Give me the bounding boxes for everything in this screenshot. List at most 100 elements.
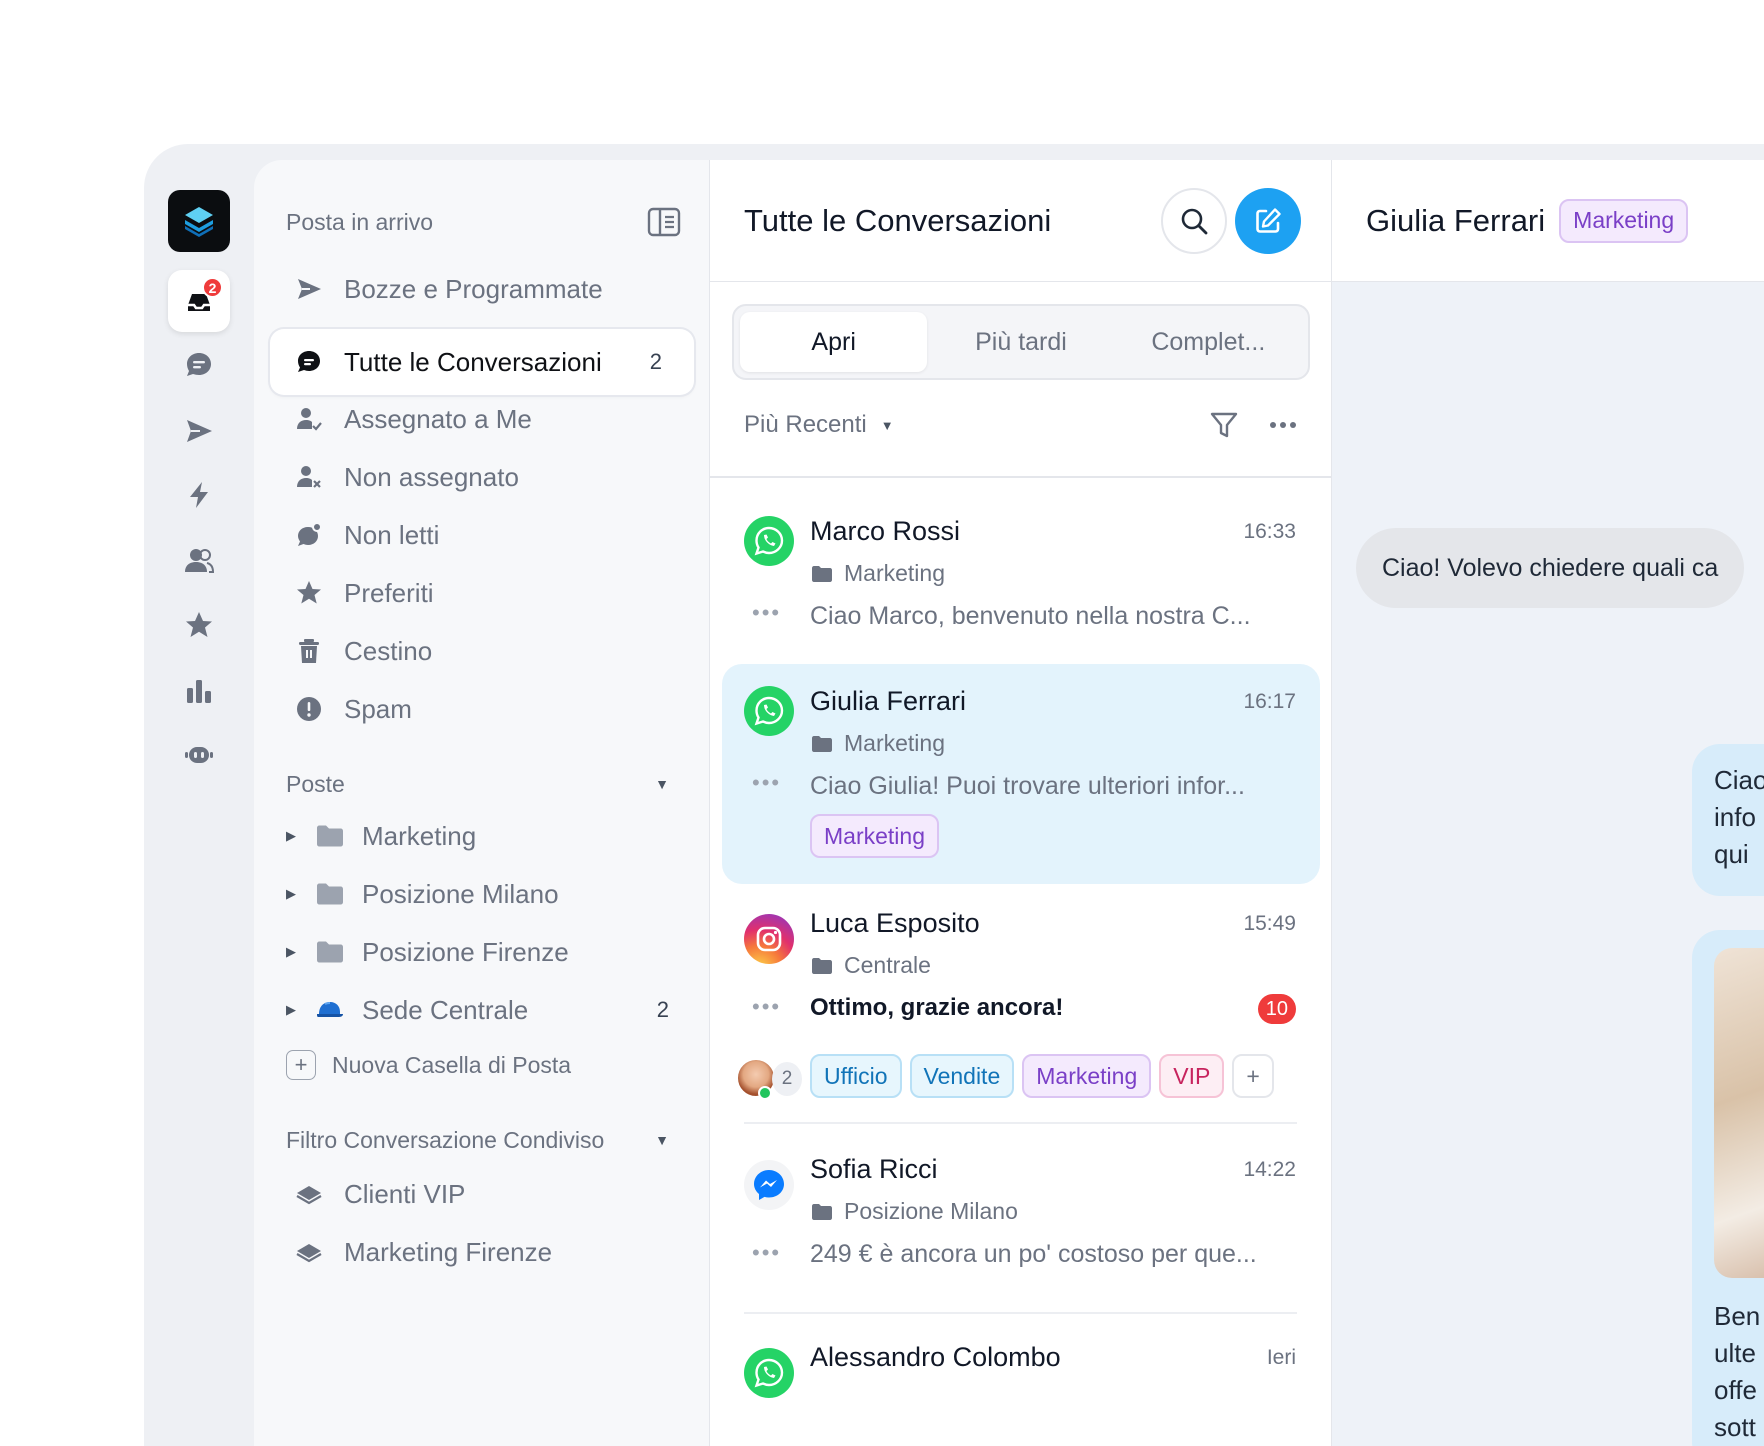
tag-vip[interactable]: VIP — [1159, 1054, 1225, 1098]
unread-bubble-icon — [298, 522, 322, 546]
divider — [710, 476, 1331, 478]
tab-later[interactable]: Più tardi — [927, 312, 1114, 372]
rail-contacts-button[interactable] — [168, 530, 230, 592]
tag-marketing[interactable]: Marketing — [810, 814, 939, 858]
rail-bot-button[interactable] — [168, 724, 230, 786]
nav-item-label: Bozze e Programmate — [344, 273, 603, 304]
folder-icon — [317, 941, 343, 963]
rail-favorites-button[interactable] — [168, 594, 230, 656]
search-button[interactable] — [1161, 188, 1227, 254]
cap-emoji-icon — [317, 1002, 343, 1017]
sort-dropdown[interactable]: Più Recenti — [744, 411, 867, 439]
layers-icon — [296, 1244, 322, 1263]
assignee-avatars[interactable]: 2 — [736, 1058, 802, 1100]
nav-item-favorites[interactable]: Preferiti — [270, 560, 694, 626]
message-image[interactable] — [1714, 948, 1764, 1278]
mailbox-count: 2 — [656, 997, 669, 1022]
more-dots-icon[interactable]: ••• — [752, 1240, 781, 1266]
chat-header: Giulia Ferrari Marketing — [1332, 160, 1764, 282]
filter-icon[interactable] — [1209, 410, 1239, 440]
new-mailbox-button[interactable]: + Nuova Casella di Posta — [286, 1041, 571, 1089]
conversation-item[interactable]: Luca Esposito 15:49 Centrale ••• Ottimo,… — [722, 884, 1320, 1114]
sidebar-toggle-icon[interactable] — [647, 207, 681, 237]
rail-chats-button[interactable] — [168, 334, 230, 396]
assignee-count: 2 — [772, 1062, 802, 1096]
send-icon — [298, 279, 321, 299]
expand-arrow-icon[interactable]: ▶ — [286, 1002, 296, 1018]
more-dots-icon[interactable]: ••• — [752, 994, 781, 1020]
tab-completed[interactable]: Complet... — [1115, 312, 1302, 372]
nav-item-trash[interactable]: Cestino — [270, 618, 694, 684]
conversation-folder: Centrale — [844, 952, 931, 978]
nav-item-count: 2 — [649, 349, 662, 374]
more-dots-icon[interactable]: ••• — [752, 770, 781, 796]
conversation-list: Tutte le Conversazioni Apri Più tardi Co… — [710, 160, 1332, 1446]
chat-contact-name: Giulia Ferrari — [1366, 202, 1546, 238]
sort-row: Più Recenti ▼ — [744, 400, 1297, 450]
tag-vendite[interactable]: Vendite — [909, 1054, 1015, 1098]
divider — [744, 1312, 1297, 1314]
outgoing-message-text: Ben ulte offe sott — [1714, 1301, 1761, 1442]
conversation-time: 15:49 — [1243, 912, 1296, 935]
shared-filter-marketing-firenze[interactable]: Marketing Firenze — [270, 1219, 694, 1285]
list-header: Tutte le Conversazioni — [710, 160, 1331, 282]
shared-filter-vip[interactable]: Clienti VIP — [270, 1161, 694, 1227]
rail-send-button[interactable] — [168, 400, 230, 462]
conversation-time: 16:33 — [1243, 520, 1296, 543]
trash-icon — [299, 639, 319, 663]
mailboxes-section-header[interactable]: Poste ▼ — [286, 764, 669, 804]
shared-filters-section-header[interactable]: Filtro Conversazione Condiviso ▼ — [286, 1120, 669, 1160]
bar-chart-icon — [187, 680, 211, 703]
mailbox-label: Marketing — [362, 820, 477, 851]
expand-arrow-icon[interactable]: ▶ — [286, 944, 296, 960]
mailbox-sede-centrale[interactable]: ▶ Sede Centrale 2 — [286, 982, 669, 1038]
conversation-folder: Marketing — [844, 730, 945, 756]
nav-item-assigned-to-me[interactable]: Assegnato a Me — [270, 386, 694, 452]
tab-open[interactable]: Apri — [740, 312, 928, 372]
compose-button[interactable] — [1235, 188, 1301, 254]
whatsapp-icon — [744, 516, 794, 566]
conversation-item[interactable]: Alessandro Colombo Ieri — [722, 1320, 1320, 1446]
nav-item-unread[interactable]: Non letti — [270, 502, 694, 568]
expand-arrow-icon[interactable]: ▶ — [286, 886, 296, 902]
conversation-item[interactable]: Marco Rossi 16:33 Marketing ••• Ciao Mar… — [722, 494, 1320, 664]
more-options-icon[interactable] — [1269, 420, 1297, 430]
contact-name: Alessandro Colombo — [810, 1342, 1061, 1372]
star-icon — [297, 581, 321, 604]
alert-circle-icon — [297, 697, 321, 721]
mailbox-milano[interactable]: ▶ Posizione Milano — [286, 866, 669, 922]
mailbox-firenze[interactable]: ▶ Posizione Firenze — [286, 924, 669, 980]
compose-icon — [1256, 208, 1281, 233]
expand-arrow-icon[interactable]: ▶ — [286, 828, 296, 844]
mailbox-marketing[interactable]: ▶ Marketing — [286, 808, 669, 864]
rail-automation-button[interactable] — [168, 464, 230, 526]
tag-more[interactable]: + — [1232, 1054, 1274, 1098]
messenger-icon — [744, 1160, 794, 1210]
rail-reports-button[interactable] — [168, 660, 230, 722]
shared-filter-label: Marketing Firenze — [344, 1236, 553, 1267]
chat-tag-marketing[interactable]: Marketing — [1559, 198, 1689, 243]
chat-panel: Giulia Ferrari Marketing Ciao! Volevo ch… — [1332, 160, 1764, 1446]
caret-down-icon: ▼ — [655, 1132, 669, 1148]
app-logo[interactable] — [168, 190, 230, 252]
nav-item-unassigned[interactable]: Non assegnato — [270, 444, 694, 510]
more-dots-icon[interactable]: ••• — [752, 600, 781, 626]
lightning-icon — [190, 482, 208, 508]
folder-icon — [812, 565, 832, 582]
conversation-item-selected[interactable]: Giulia Ferrari 16:17 Marketing ••• Ciao … — [722, 664, 1320, 884]
nav-item-spam[interactable]: Spam — [270, 676, 694, 742]
nav-title: Posta in arrivo — [286, 208, 434, 235]
whatsapp-icon — [744, 1348, 794, 1398]
nav-item-label: Preferiti — [344, 577, 434, 608]
caret-down-icon[interactable]: ▼ — [881, 418, 894, 433]
online-indicator — [758, 1086, 772, 1100]
conversation-folder: Marketing — [844, 560, 945, 586]
conversation-folder: Posizione Milano — [844, 1198, 1018, 1224]
rail-inbox-button[interactable]: 2 — [168, 270, 230, 332]
tag-ufficio[interactable]: Ufficio — [810, 1054, 902, 1098]
conversation-item[interactable]: Sofia Ricci 14:22 Posizione Milano ••• 2… — [722, 1130, 1320, 1314]
logo-icon — [185, 207, 213, 237]
mailbox-label: Posizione Milano — [362, 878, 559, 909]
nav-item-drafts[interactable]: Bozze e Programmate — [270, 256, 694, 322]
tag-marketing[interactable]: Marketing — [1022, 1054, 1152, 1098]
